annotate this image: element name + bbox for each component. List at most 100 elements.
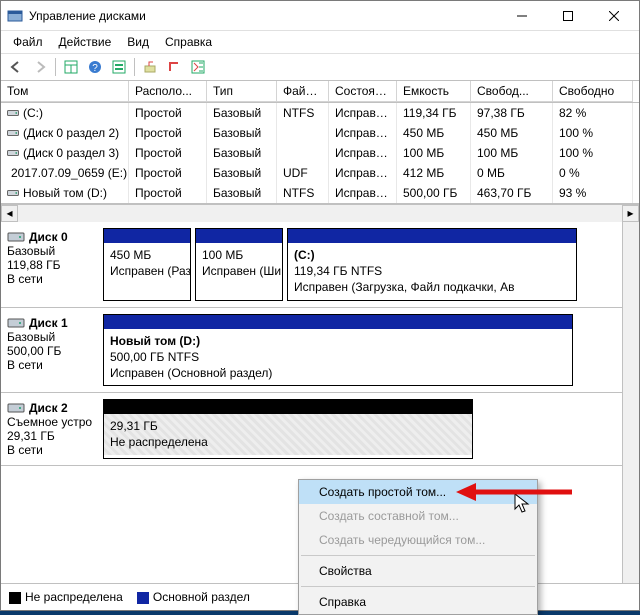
partition-header <box>196 229 282 243</box>
partition[interactable]: 100 МБИсправен (Ши <box>195 228 283 301</box>
cell-filesystem: UDF <box>277 163 329 183</box>
menu-separator <box>301 555 535 556</box>
volume-hscrollbar[interactable]: ◂ ▸ <box>1 204 639 221</box>
legend-primary: Основной раздел <box>137 590 250 604</box>
partition-status: Исправен (Раздел в <box>110 263 184 279</box>
cell-filesystem <box>277 143 329 163</box>
partition-header <box>104 229 190 243</box>
col-filesystem[interactable]: Файл... <box>277 81 329 102</box>
legend-unallocated-label: Не распределена <box>25 590 123 604</box>
partition[interactable]: 450 МБИсправен (Раздел в <box>103 228 191 301</box>
disk-info[interactable]: Диск 0Базовый119,88 ГБВ сети <box>3 228 103 301</box>
cell-type: Базовый <box>207 103 277 123</box>
help-button[interactable]: ? <box>84 56 106 78</box>
menu-action[interactable]: Действие <box>51 33 120 51</box>
disk-type: Базовый <box>7 330 99 344</box>
cell-volume: (C:) <box>1 103 129 123</box>
refresh-button[interactable] <box>108 56 130 78</box>
partition-body: Новый том (D:)500,00 ГБ NTFSИсправен (Ос… <box>104 329 572 386</box>
view-split-button[interactable] <box>60 56 82 78</box>
cell-type: Базовый <box>207 143 277 163</box>
menubar: Файл Действие Вид Справка <box>1 31 639 54</box>
context-menu-item[interactable]: Создать простой том... <box>299 480 537 504</box>
partition-status: Исправен (Ши <box>202 263 276 279</box>
legend-unallocated: Не распределена <box>9 590 123 604</box>
cell-capacity: 119,34 ГБ <box>397 103 471 123</box>
col-free[interactable]: Свобод... <box>471 81 553 102</box>
context-menu-item[interactable]: Справка <box>299 590 537 614</box>
close-button[interactable] <box>591 1 637 31</box>
back-button[interactable] <box>5 56 27 78</box>
minimize-button[interactable] <box>499 1 545 31</box>
disk-info[interactable]: Диск 1Базовый500,00 ГБВ сети <box>3 314 103 387</box>
partition-title: (C:) <box>294 247 570 263</box>
cell-capacity: 500,00 ГБ <box>397 183 471 203</box>
menu-help[interactable]: Справка <box>157 33 220 51</box>
col-capacity[interactable]: Емкость <box>397 81 471 102</box>
cell-filesystem: NTFS <box>277 183 329 203</box>
scroll-track[interactable] <box>18 205 622 222</box>
volume-list: Том Располо... Тип Файл... Состояние Емк… <box>1 81 639 204</box>
col-layout[interactable]: Располо... <box>129 81 207 102</box>
disk-name: Диск 2 <box>7 401 99 415</box>
disk-name: Диск 1 <box>7 316 99 330</box>
disk-size: 29,31 ГБ <box>7 429 99 443</box>
partition-status: Исправен (Основной раздел) <box>110 365 566 381</box>
cell-volume: (Диск 0 раздел 2) <box>1 123 129 143</box>
partition-size: 450 МБ <box>110 247 184 263</box>
partition-title: Новый том (D:) <box>110 333 566 349</box>
window-control-buttons <box>499 1 637 31</box>
col-status[interactable]: Состояние <box>329 81 397 102</box>
partition-status: Не распределена <box>110 434 466 450</box>
menu-file[interactable]: Файл <box>5 33 51 51</box>
action-button[interactable] <box>163 56 185 78</box>
cell-layout: Простой <box>129 123 207 143</box>
col-freepct[interactable]: Свободно <box>553 81 633 102</box>
col-type[interactable]: Тип <box>207 81 277 102</box>
disk-info[interactable]: Диск 2Съемное устро29,31 ГБВ сети <box>3 399 103 459</box>
volume-row[interactable]: (Диск 0 раздел 2)ПростойБазовыйИсправен.… <box>1 123 639 143</box>
scroll-left-icon[interactable]: ◂ <box>1 205 18 222</box>
context-menu: Создать простой том...Создать составной … <box>298 479 538 615</box>
cell-status: Исправен... <box>329 103 397 123</box>
cell-filesystem: NTFS <box>277 103 329 123</box>
cell-freepct: 93 % <box>553 183 633 203</box>
unallocated-space[interactable]: 29,31 ГБНе распределена <box>103 399 473 459</box>
hard-drive-icon <box>7 230 25 244</box>
cell-free: 450 МБ <box>471 123 553 143</box>
volume-row[interactable]: 2017.07.09_0659 (E:)ПростойБазовыйUDFИсп… <box>1 163 639 183</box>
partition-header <box>288 229 576 243</box>
legend-primary-label: Основной раздел <box>153 590 250 604</box>
disk-vscrollbar[interactable] <box>622 222 639 583</box>
volume-row[interactable]: (C:)ПростойБазовыйNTFSИсправен...119,34 … <box>1 103 639 123</box>
menu-view[interactable]: Вид <box>119 33 157 51</box>
disk-type: Съемное устро <box>7 415 99 429</box>
disk-size: 500,00 ГБ <box>7 344 99 358</box>
forward-button[interactable] <box>29 56 51 78</box>
titlebar[interactable]: Управление дисками <box>1 1 639 31</box>
context-menu-item: Создать составной том... <box>299 504 537 528</box>
partition-status: Исправен (Загрузка, Файл подкачки, Ав <box>294 279 570 295</box>
partition-set: 450 МБИсправен (Раздел в100 МБИсправен (… <box>103 228 616 301</box>
disk-type: Базовый <box>7 244 99 258</box>
rescan-button[interactable] <box>139 56 161 78</box>
cell-volume: (Диск 0 раздел 3) <box>1 143 129 163</box>
disk-row: Диск 2Съемное устро29,31 ГБВ сети29,31 Г… <box>1 393 622 466</box>
cell-status: Исправен... <box>329 143 397 163</box>
maximize-button[interactable] <box>545 1 591 31</box>
volume-row[interactable]: (Диск 0 раздел 3)ПростойБазовый Исправен.… <box>1 143 639 163</box>
cell-free: 100 МБ <box>471 143 553 163</box>
cell-free: 0 МБ <box>471 163 553 183</box>
partition[interactable]: (C:)119,34 ГБ NTFSИсправен (Загрузка, Фа… <box>287 228 577 301</box>
partition[interactable]: Новый том (D:)500,00 ГБ NTFSИсправен (Ос… <box>103 314 573 387</box>
partition-body: 450 МБИсправен (Раздел в <box>104 243 190 283</box>
cell-layout: Простой <box>129 143 207 163</box>
partition-header <box>104 315 572 329</box>
volume-row[interactable]: Новый том (D:)ПростойБазовыйNTFSИсправен… <box>1 183 639 203</box>
cell-status: Исправен... <box>329 183 397 203</box>
context-menu-item[interactable]: Свойства <box>299 559 537 583</box>
scroll-right-icon[interactable]: ▸ <box>622 205 639 222</box>
disk-status: В сети <box>7 358 99 372</box>
settings-button[interactable] <box>187 56 209 78</box>
col-volume[interactable]: Том <box>1 81 129 102</box>
